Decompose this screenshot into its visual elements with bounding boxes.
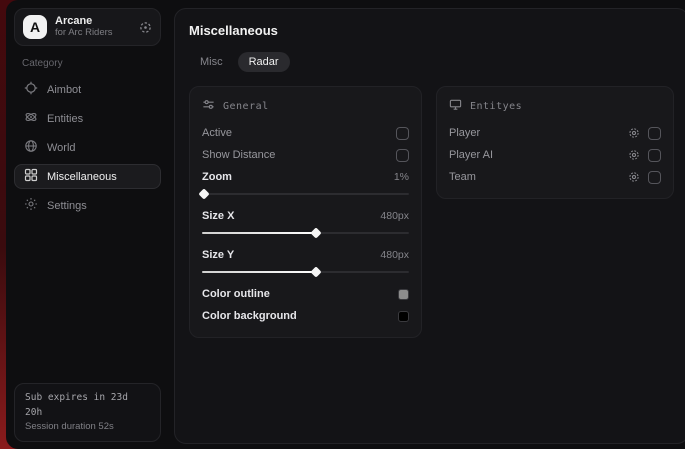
app-window: A Arcane for Arc Riders Category Aimbot …: [6, 0, 685, 449]
entity-row-player-ai: Player AI: [449, 144, 661, 166]
entity-label: Player: [449, 127, 480, 139]
setting-row-show-distance: Show Distance: [202, 144, 409, 166]
sidebar: A Arcane for Arc Riders Category Aimbot …: [6, 0, 169, 449]
size-y-slider[interactable]: [202, 270, 409, 274]
sub-expiry-text: Sub expires in 23d 20h: [25, 391, 150, 420]
setting-label: Size Y: [202, 249, 234, 261]
sidebar-item-world[interactable]: World: [14, 135, 161, 160]
zoom-slider-thumb[interactable]: [198, 188, 209, 199]
setting-label: Show Distance: [202, 149, 275, 161]
setting-row-size-x: Size X 480px: [202, 205, 409, 227]
sidebar-item-label: Miscellaneous: [47, 171, 117, 183]
zoom-value: 1%: [394, 171, 409, 183]
main-panel: Miscellaneous Misc Radar General Active …: [174, 8, 685, 444]
setting-label: Zoom: [202, 171, 232, 183]
color-outline-swatch[interactable]: [398, 289, 409, 300]
setting-label: Color outline: [202, 288, 270, 300]
page-title: Miscellaneous: [189, 23, 674, 38]
brand-settings-icon[interactable]: [139, 21, 152, 34]
setting-label: Active: [202, 127, 232, 139]
entities-card-title: Entityes: [470, 101, 522, 112]
session-duration-text: Session duration 52s: [25, 420, 150, 434]
sidebar-item-entities[interactable]: Entities: [14, 106, 161, 131]
monitor-icon: [449, 98, 462, 114]
player-ai-checkbox[interactable]: [648, 149, 661, 162]
team-config-gear-icon[interactable]: [628, 171, 640, 183]
sidebar-item-settings[interactable]: Settings: [14, 193, 161, 218]
globe-icon: [24, 139, 38, 156]
entity-label: Player AI: [449, 149, 493, 161]
grid-icon: [24, 168, 38, 185]
team-checkbox[interactable]: [648, 171, 661, 184]
size-x-value: 480px: [380, 210, 409, 222]
size-y-slider-thumb[interactable]: [310, 266, 321, 277]
sidebar-item-aimbot[interactable]: Aimbot: [14, 77, 161, 102]
entity-label: Team: [449, 171, 476, 183]
tab-radar[interactable]: Radar: [238, 52, 290, 72]
tab-bar: Misc Radar: [189, 52, 674, 72]
tab-misc[interactable]: Misc: [189, 52, 234, 72]
general-card: General Active Show Distance Zoom 1%: [189, 86, 422, 338]
player-checkbox[interactable]: [648, 127, 661, 140]
player-ai-config-gear-icon[interactable]: [628, 149, 640, 161]
setting-label: Color background: [202, 310, 297, 322]
sidebar-item-miscellaneous[interactable]: Miscellaneous: [14, 164, 161, 189]
crosshair-icon: [24, 81, 38, 98]
setting-row-color-background: Color background: [202, 305, 409, 327]
show-distance-checkbox[interactable]: [396, 149, 409, 162]
category-label: Category: [22, 58, 153, 69]
brand-card: A Arcane for Arc Riders: [14, 8, 161, 46]
entity-row-team: Team: [449, 166, 661, 188]
entity-row-player: Player: [449, 122, 661, 144]
setting-label: Size X: [202, 210, 234, 222]
setting-row-color-outline: Color outline: [202, 283, 409, 305]
player-config-gear-icon[interactable]: [628, 127, 640, 139]
size-x-slider-thumb[interactable]: [310, 227, 321, 238]
setting-row-zoom: Zoom 1%: [202, 166, 409, 188]
size-y-value: 480px: [380, 249, 409, 261]
sidebar-item-label: Settings: [47, 200, 87, 212]
entities-card: Entityes Player Player AI: [436, 86, 674, 199]
general-card-title: General: [223, 101, 269, 112]
size-x-slider[interactable]: [202, 231, 409, 235]
entities-icon: [24, 110, 38, 127]
brand-logo: A: [23, 15, 47, 39]
mouse-cursor: [6, 437, 11, 449]
sidebar-nav: Aimbot Entities World Miscellaneous Sett…: [6, 77, 169, 218]
sidebar-item-label: Aimbot: [47, 84, 81, 96]
sidebar-item-label: World: [47, 142, 76, 154]
subscription-card: Sub expires in 23d 20h Session duration …: [14, 383, 161, 442]
sidebar-item-label: Entities: [47, 113, 83, 125]
setting-row-active: Active: [202, 122, 409, 144]
active-checkbox[interactable]: [396, 127, 409, 140]
brand-subtitle: for Arc Riders: [55, 28, 131, 39]
setting-row-size-y: Size Y 480px: [202, 244, 409, 266]
color-background-swatch[interactable]: [398, 311, 409, 322]
zoom-slider[interactable]: [202, 192, 409, 196]
sliders-icon: [202, 98, 215, 114]
brand-name: Arcane: [55, 15, 131, 28]
gear-icon: [24, 197, 38, 214]
